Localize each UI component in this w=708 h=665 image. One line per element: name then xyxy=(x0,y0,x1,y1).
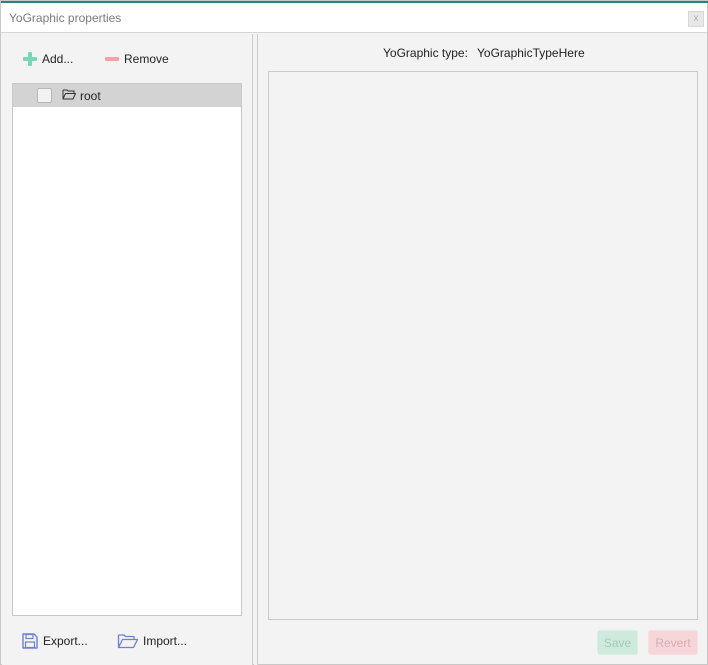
export-button[interactable]: Export... xyxy=(21,630,88,652)
left-pane: Add... Remove root Export... Import... xyxy=(2,34,253,665)
folder-open-icon xyxy=(117,634,139,649)
revert-button[interactable]: Revert xyxy=(648,630,698,655)
import-button[interactable]: Import... xyxy=(117,630,187,652)
remove-button[interactable]: Remove xyxy=(104,48,169,70)
plus-icon xyxy=(22,51,38,67)
yographic-type-value: YoGraphicTypeHere xyxy=(477,46,585,60)
yographic-tree[interactable]: root xyxy=(12,83,242,616)
property-editor-area xyxy=(268,71,698,620)
tree-item-root[interactable]: root xyxy=(13,84,241,107)
tree-item-label: root xyxy=(80,89,101,103)
remove-button-label: Remove xyxy=(124,52,169,66)
save-button[interactable]: Save xyxy=(597,630,638,655)
folder-open-icon xyxy=(62,89,76,100)
tree-item-checkbox[interactable] xyxy=(37,88,52,103)
properties-window: YoGraphic properties x Add... Remove roo… xyxy=(0,0,708,665)
yographic-type-label: YoGraphic type: xyxy=(383,46,468,60)
add-button[interactable]: Add... xyxy=(22,48,73,70)
title-bar: YoGraphic properties x xyxy=(1,3,707,33)
floppy-disk-icon xyxy=(22,633,38,649)
import-button-label: Import... xyxy=(143,634,188,648)
minus-icon xyxy=(104,51,120,67)
split-pane-divider[interactable] xyxy=(254,34,258,665)
close-button[interactable]: x xyxy=(688,11,704,27)
window-title: YoGraphic properties xyxy=(9,11,122,25)
export-button-label: Export... xyxy=(43,634,88,648)
add-button-label: Add... xyxy=(42,52,74,66)
